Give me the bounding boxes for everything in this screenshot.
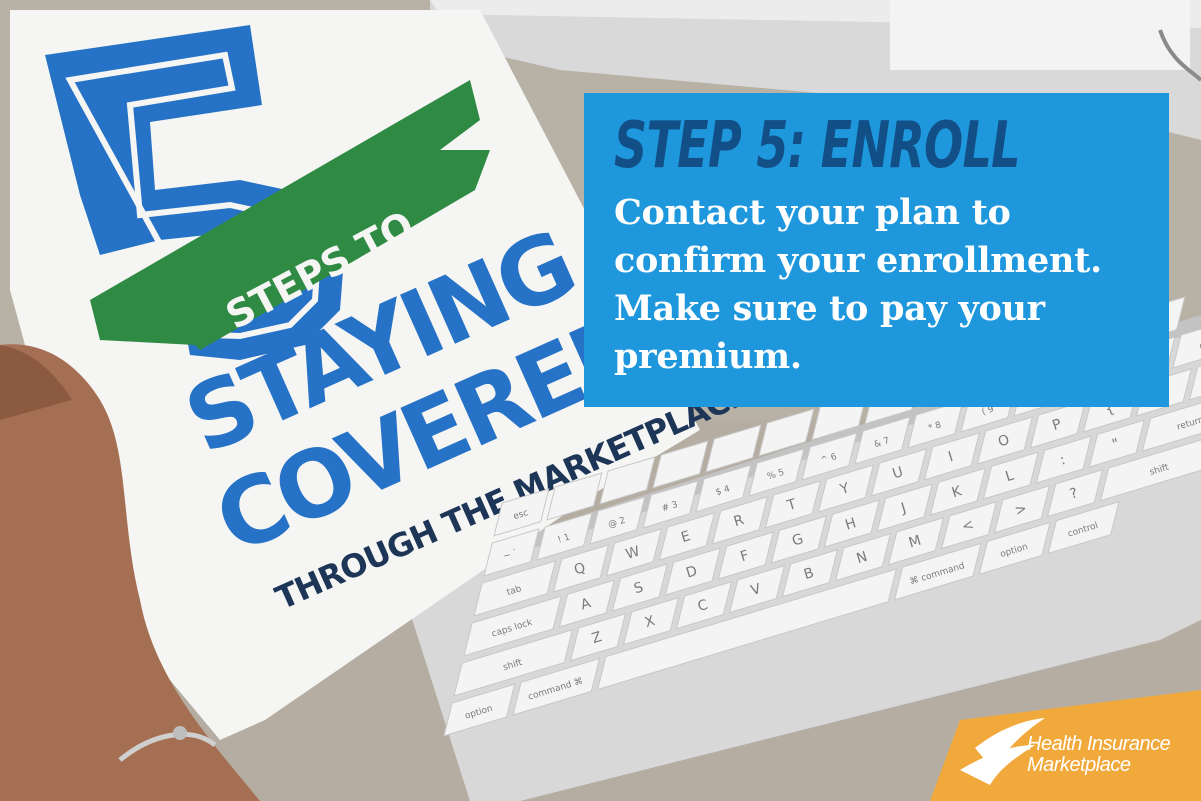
key-f5 (758, 408, 815, 457)
step-title: STEP 5: ENROLL (614, 109, 1021, 183)
key-f2 (599, 456, 656, 505)
logo-line-1: Health Insurance (1027, 733, 1171, 755)
key-f1 (546, 472, 603, 521)
key-f2-cap (599, 456, 656, 505)
step-callout: STEP 5: ENROLL Contact your plan to conf… (584, 93, 1169, 407)
key-f3-cap (652, 440, 709, 489)
key-f3 (652, 440, 709, 489)
health-insurance-marketplace-logo: Health Insurance Marketplace (940, 700, 1201, 801)
key-f5-cap (758, 408, 815, 457)
photo-frame: STEPS TO STAYING COVERED THROUGH THE MAR… (0, 0, 1201, 801)
logo-line-2: Marketplace (1027, 754, 1131, 776)
key-f4 (705, 424, 762, 473)
key-f1-cap (546, 472, 603, 521)
logo-text: Health Insurance Marketplace (1027, 733, 1171, 776)
key-option-right: option (978, 521, 1051, 575)
key-esc: esc (493, 488, 550, 537)
step-body: Contact your plan to confirm your enroll… (614, 192, 1102, 377)
key-f4-cap (705, 424, 762, 473)
